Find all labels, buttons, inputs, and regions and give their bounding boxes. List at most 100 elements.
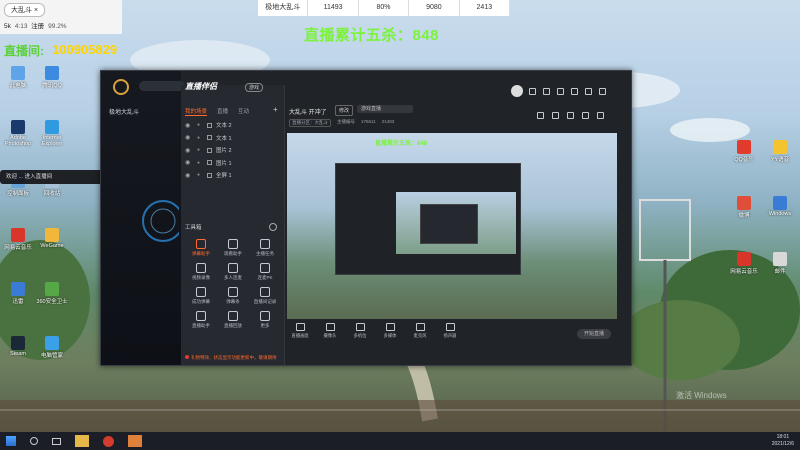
visibility-eye-icon[interactable]: ◉ (185, 134, 193, 141)
game-chip[interactable]: 大乱斗 × (4, 3, 46, 17)
source-tool-button[interactable]: 麦克风 (411, 323, 429, 339)
app-icon (737, 252, 751, 266)
start-menu-icon[interactable] (6, 436, 16, 446)
search-icon[interactable] (30, 437, 38, 445)
app-icon (11, 282, 25, 296)
screenshot-icon[interactable] (567, 112, 574, 119)
app-taskbar-icon[interactable] (103, 435, 114, 447)
tool-icon (228, 239, 238, 249)
window-controls (529, 88, 606, 95)
task-view-icon[interactable] (52, 437, 61, 445)
visibility-eye-icon[interactable]: ◉ (185, 122, 193, 129)
tool-button[interactable]: 连麦PK (249, 263, 281, 281)
desktop-icon[interactable]: Adobe Photoshop (2, 120, 34, 147)
lock-icon[interactable]: ● (197, 135, 203, 141)
desktop-icon[interactable]: 网易云音乐 (2, 228, 34, 251)
toolbox-more-icon[interactable] (269, 223, 277, 231)
checkbox[interactable] (207, 147, 212, 153)
likes-label: 5k (4, 23, 11, 30)
tool-button[interactable]: 直播间记录 (249, 287, 281, 305)
tool-button[interactable]: 成功弹幕 (185, 287, 217, 305)
record-icon[interactable] (552, 112, 559, 119)
checkbox[interactable] (207, 135, 212, 141)
source-tool-button[interactable]: 多媒体 (381, 323, 399, 339)
tool-label: 直播间记录 (253, 299, 277, 304)
visibility-eye-icon[interactable]: ◉ (185, 172, 193, 179)
close-icon[interactable] (599, 88, 606, 95)
source-tool-button[interactable]: 摄像头 (321, 323, 339, 339)
checkbox[interactable] (207, 172, 212, 178)
game-tab[interactable]: 极地大乱斗 (109, 107, 139, 116)
desktop-icon[interactable]: 微博 (728, 196, 760, 219)
desktop-icon[interactable]: 腾讯QQ (36, 66, 68, 89)
desktop-icon[interactable]: 网易云音乐 (728, 252, 760, 275)
source-tool-icon (295, 323, 305, 331)
visibility-eye-icon[interactable]: ◉ (185, 147, 193, 154)
desktop-icon[interactable]: Steam (2, 336, 34, 357)
tool-button[interactable]: 多人连麦 (217, 263, 249, 281)
stream-preview[interactable]: 直播累计五杀：848 (287, 133, 617, 319)
add-scene-button[interactable]: + (273, 105, 278, 114)
checkbox[interactable] (207, 160, 212, 166)
tool-label: 视频录像 (192, 275, 210, 280)
lock-icon[interactable]: ● (197, 122, 203, 128)
taskbar-clock[interactable]: 18:01 2021/12/6 (772, 434, 794, 448)
desktop-icon[interactable]: WeGame (36, 228, 68, 249)
lock-icon[interactable]: ● (197, 172, 203, 178)
source-tool-button[interactable]: 多机位 (351, 323, 369, 339)
tool-button[interactable]: 观看助手 (217, 239, 249, 257)
lock-icon[interactable]: ● (197, 160, 203, 166)
desktop-icon[interactable]: 邮件 (764, 252, 796, 275)
desktop-icon-label: 360安全卫士 (36, 299, 68, 305)
source-tool-button[interactable]: 扬声器 (441, 323, 459, 339)
tool-button[interactable]: 直播助手 (185, 311, 217, 329)
category-select[interactable]: 游戏直播 (357, 105, 413, 113)
checkbox[interactable] (207, 122, 212, 128)
game-search-input[interactable] (139, 81, 185, 91)
share-icon[interactable] (537, 112, 544, 119)
layout-icon[interactable] (582, 112, 589, 119)
scene-row[interactable]: ◉ ● 文本 2 (185, 119, 281, 132)
scene-row[interactable]: ◉ ● 全屏 1 (185, 169, 281, 182)
app2-taskbar-icon[interactable] (128, 435, 142, 447)
tab-interact[interactable]: 互动 (238, 107, 249, 116)
tool-icon (260, 263, 270, 273)
tool-button[interactable]: 直播回放 (217, 311, 249, 329)
menu-icon[interactable] (571, 88, 578, 95)
tab-live[interactable]: 直播 (217, 107, 228, 116)
tool-label: 弹幕助手 (192, 251, 210, 256)
desktop-icon[interactable]: QQ音乐 (728, 140, 760, 163)
lock-icon[interactable]: ● (197, 147, 203, 153)
desktop-icon[interactable]: 电脑管家 (36, 336, 68, 359)
visibility-eye-icon[interactable]: ◉ (185, 159, 193, 166)
desktop-icon[interactable]: YY语音 (764, 140, 796, 163)
desktop-icon[interactable]: Windows (764, 196, 796, 217)
settings-icon[interactable] (543, 88, 550, 95)
fullscreen-icon[interactable] (597, 112, 604, 119)
scene-row[interactable]: ◉ ● 图片 2 (185, 144, 281, 157)
room-id-prefix: 直播间: (4, 44, 44, 58)
message-icon[interactable] (529, 88, 536, 95)
tab-my-scenes[interactable]: 我的场景 (185, 107, 208, 116)
desktop-icon[interactable]: Internet Explorer (36, 120, 68, 147)
tool-button[interactable]: 主播任务 (249, 239, 281, 257)
desktop-icon[interactable]: 此电脑 (2, 66, 34, 89)
scene-row[interactable]: ◉ ● 图片 1 (185, 157, 281, 170)
tool-button[interactable]: 弹幕助手 (185, 239, 217, 257)
tool-icon (196, 287, 206, 297)
skin-icon[interactable] (557, 88, 564, 95)
desktop-icon[interactable]: 360安全卫士 (36, 282, 68, 305)
desktop-icon-label: 网易云音乐 (730, 269, 758, 275)
scene-row[interactable]: ◉ ● 文本 1 (185, 132, 281, 145)
explorer-icon[interactable] (75, 435, 89, 447)
minimize-icon[interactable] (585, 88, 592, 95)
source-tool-button[interactable]: 直播画面 (291, 323, 309, 339)
tool-button[interactable]: 视频录像 (185, 263, 217, 281)
tool-button[interactable]: 弹幕条 (217, 287, 249, 305)
tool-button[interactable]: 更多 (249, 311, 281, 329)
edit-title-button[interactable]: 修改 (335, 105, 354, 116)
start-stream-button[interactable]: 开始直播 (577, 329, 611, 339)
avatar[interactable] (511, 85, 523, 97)
app-title: 直播伴侣 (185, 82, 217, 91)
desktop-icon[interactable]: 迅雷 (2, 282, 34, 305)
